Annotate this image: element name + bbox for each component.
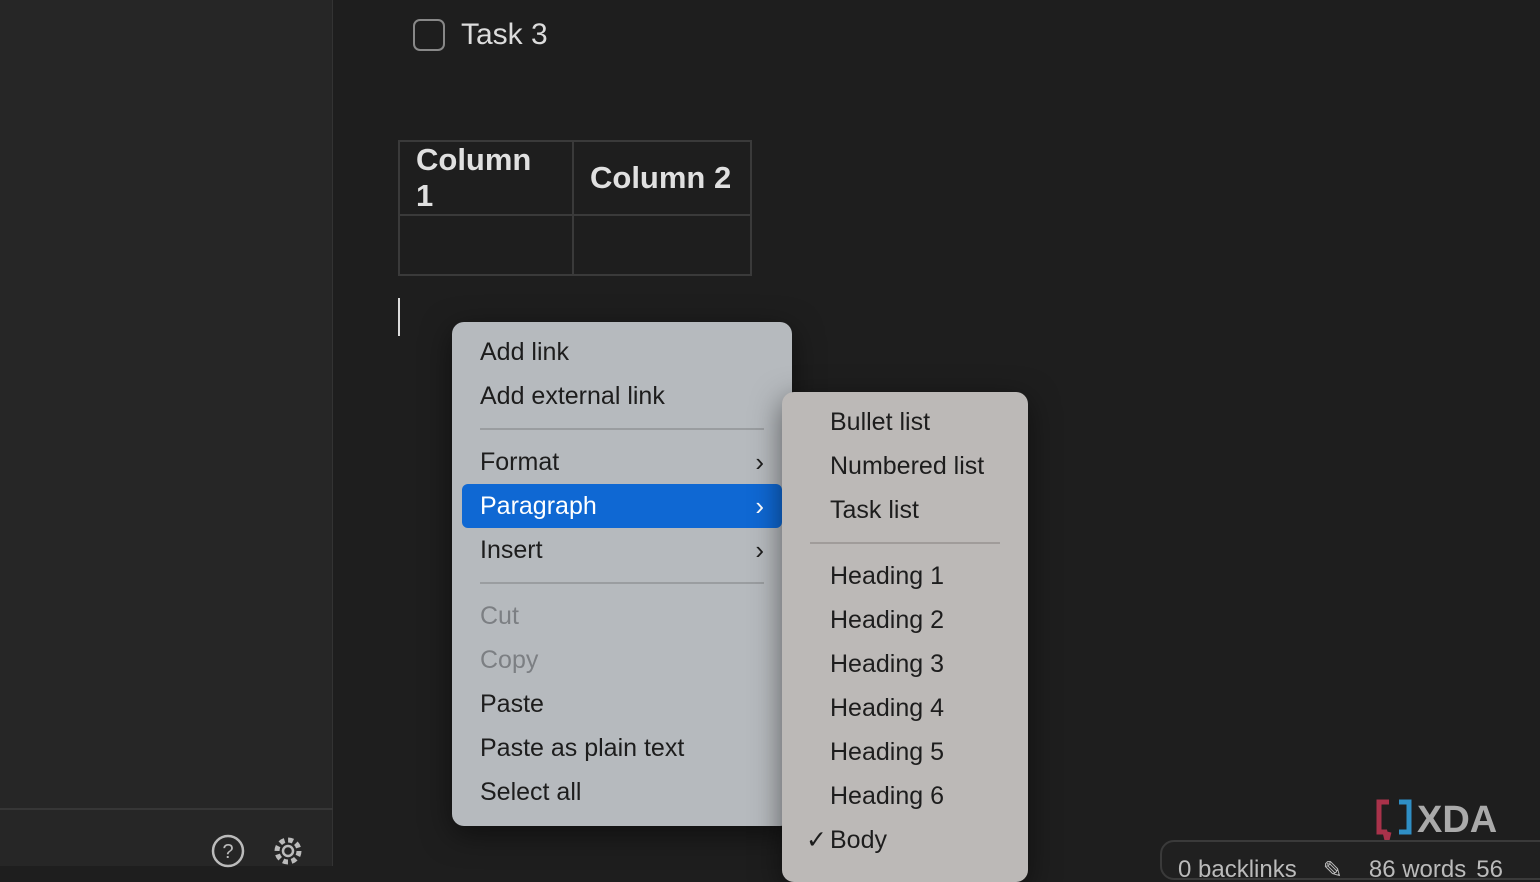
menu-item-label: Paragraph (480, 492, 597, 520)
chevron-right-icon: › (755, 491, 764, 521)
menu-item-paste-as-plain-text[interactable]: Paste as plain text (462, 726, 782, 770)
xda-logo: XDA (1376, 799, 1497, 841)
menu-item-insert[interactable]: Insert › (462, 528, 782, 572)
menu-item-label: Select all (480, 778, 582, 806)
task-item: Task 3 (413, 18, 548, 52)
menu-separator (480, 582, 764, 584)
menu-item-label: Body (830, 826, 887, 854)
menu-item-label: Heading 2 (830, 606, 944, 634)
menu-item-label: Add external link (480, 382, 665, 410)
menu-item-label: Format (480, 448, 560, 476)
backlinks-count[interactable]: 0 backlinks (1178, 856, 1297, 878)
menu-item-label: Heading 5 (830, 738, 944, 766)
menu-item-numbered-list[interactable]: Numbered list (792, 444, 1018, 488)
table-header[interactable]: Column 2 (572, 140, 752, 216)
menu-item-label: Heading 4 (830, 694, 944, 722)
text-cursor (398, 298, 400, 336)
table-header[interactable]: Column 1 (398, 140, 574, 216)
task-checkbox[interactable] (413, 19, 445, 51)
chevron-right-icon: › (755, 447, 764, 477)
menu-item-heading-3[interactable]: Heading 3 (792, 642, 1018, 686)
menu-item-paragraph[interactable]: Paragraph › (462, 484, 782, 528)
menu-item-select-all[interactable]: Select all (462, 770, 782, 814)
menu-item-label: Heading 1 (830, 562, 944, 590)
menu-item-heading-5[interactable]: Heading 5 (792, 730, 1018, 774)
editor-table: Column 1 Column 2 (398, 140, 752, 276)
menu-item-label: Heading 3 (830, 650, 944, 678)
menu-item-label: Add link (480, 338, 569, 366)
char-count: 56 (1476, 856, 1503, 880)
menu-item-add-external-link[interactable]: Add external link (462, 374, 782, 418)
context-menu: Add link Add external link Format › Paragrap… (452, 322, 792, 826)
menu-item-label: Paste (480, 690, 544, 718)
menu-item-task-list[interactable]: Task list (792, 488, 1018, 532)
menu-item-body[interactable]: Body ✓ (792, 818, 1018, 862)
menu-item-cut[interactable]: Cut (462, 594, 782, 638)
menu-item-heading-4[interactable]: Heading 4 (792, 686, 1018, 730)
status-bar: 0 backlinks ✎ 86 words 56 (1160, 840, 1540, 880)
word-count: 86 words (1368, 856, 1467, 880)
paragraph-submenu: Bullet list Numbered list Task list Heading… (782, 392, 1028, 882)
menu-item-bullet-list[interactable]: Bullet list (792, 400, 1018, 444)
menu-item-add-link[interactable]: Add link (462, 330, 782, 374)
chevron-right-icon: › (755, 535, 764, 565)
menu-item-label: Bullet list (830, 408, 931, 436)
menu-item-label: Insert (480, 536, 543, 564)
menu-item-label: Heading 6 (830, 782, 944, 810)
pencil-icon[interactable]: ✎ (1323, 856, 1343, 878)
task-label: Task 3 (461, 18, 548, 51)
menu-item-label: Cut (480, 602, 519, 630)
menu-separator (480, 428, 764, 430)
menu-item-heading-2[interactable]: Heading 2 (792, 598, 1018, 642)
table-cell[interactable] (572, 214, 752, 276)
menu-item-format[interactable]: Format › (462, 440, 782, 484)
menu-item-label: Numbered list (830, 452, 985, 480)
checkmark-icon: ✓ (806, 826, 827, 854)
help-icon[interactable]: ? (211, 834, 245, 868)
svg-text:XDA: XDA (1417, 799, 1497, 841)
menu-item-copy[interactable]: Copy (462, 638, 782, 682)
table-cell[interactable] (398, 214, 574, 276)
menu-item-heading-1[interactable]: Heading 1 (792, 554, 1018, 598)
menu-item-label: Copy (480, 646, 539, 674)
menu-item-heading-6[interactable]: Heading 6 (792, 774, 1018, 818)
sidebar: ? (0, 0, 333, 868)
settings-gear-icon[interactable] (271, 834, 305, 868)
svg-text:?: ? (222, 841, 233, 863)
menu-item-paste[interactable]: Paste (462, 682, 782, 726)
menu-separator (810, 542, 1000, 544)
menu-item-label: Paste as plain text (480, 734, 685, 762)
menu-item-label: Task list (830, 496, 919, 524)
